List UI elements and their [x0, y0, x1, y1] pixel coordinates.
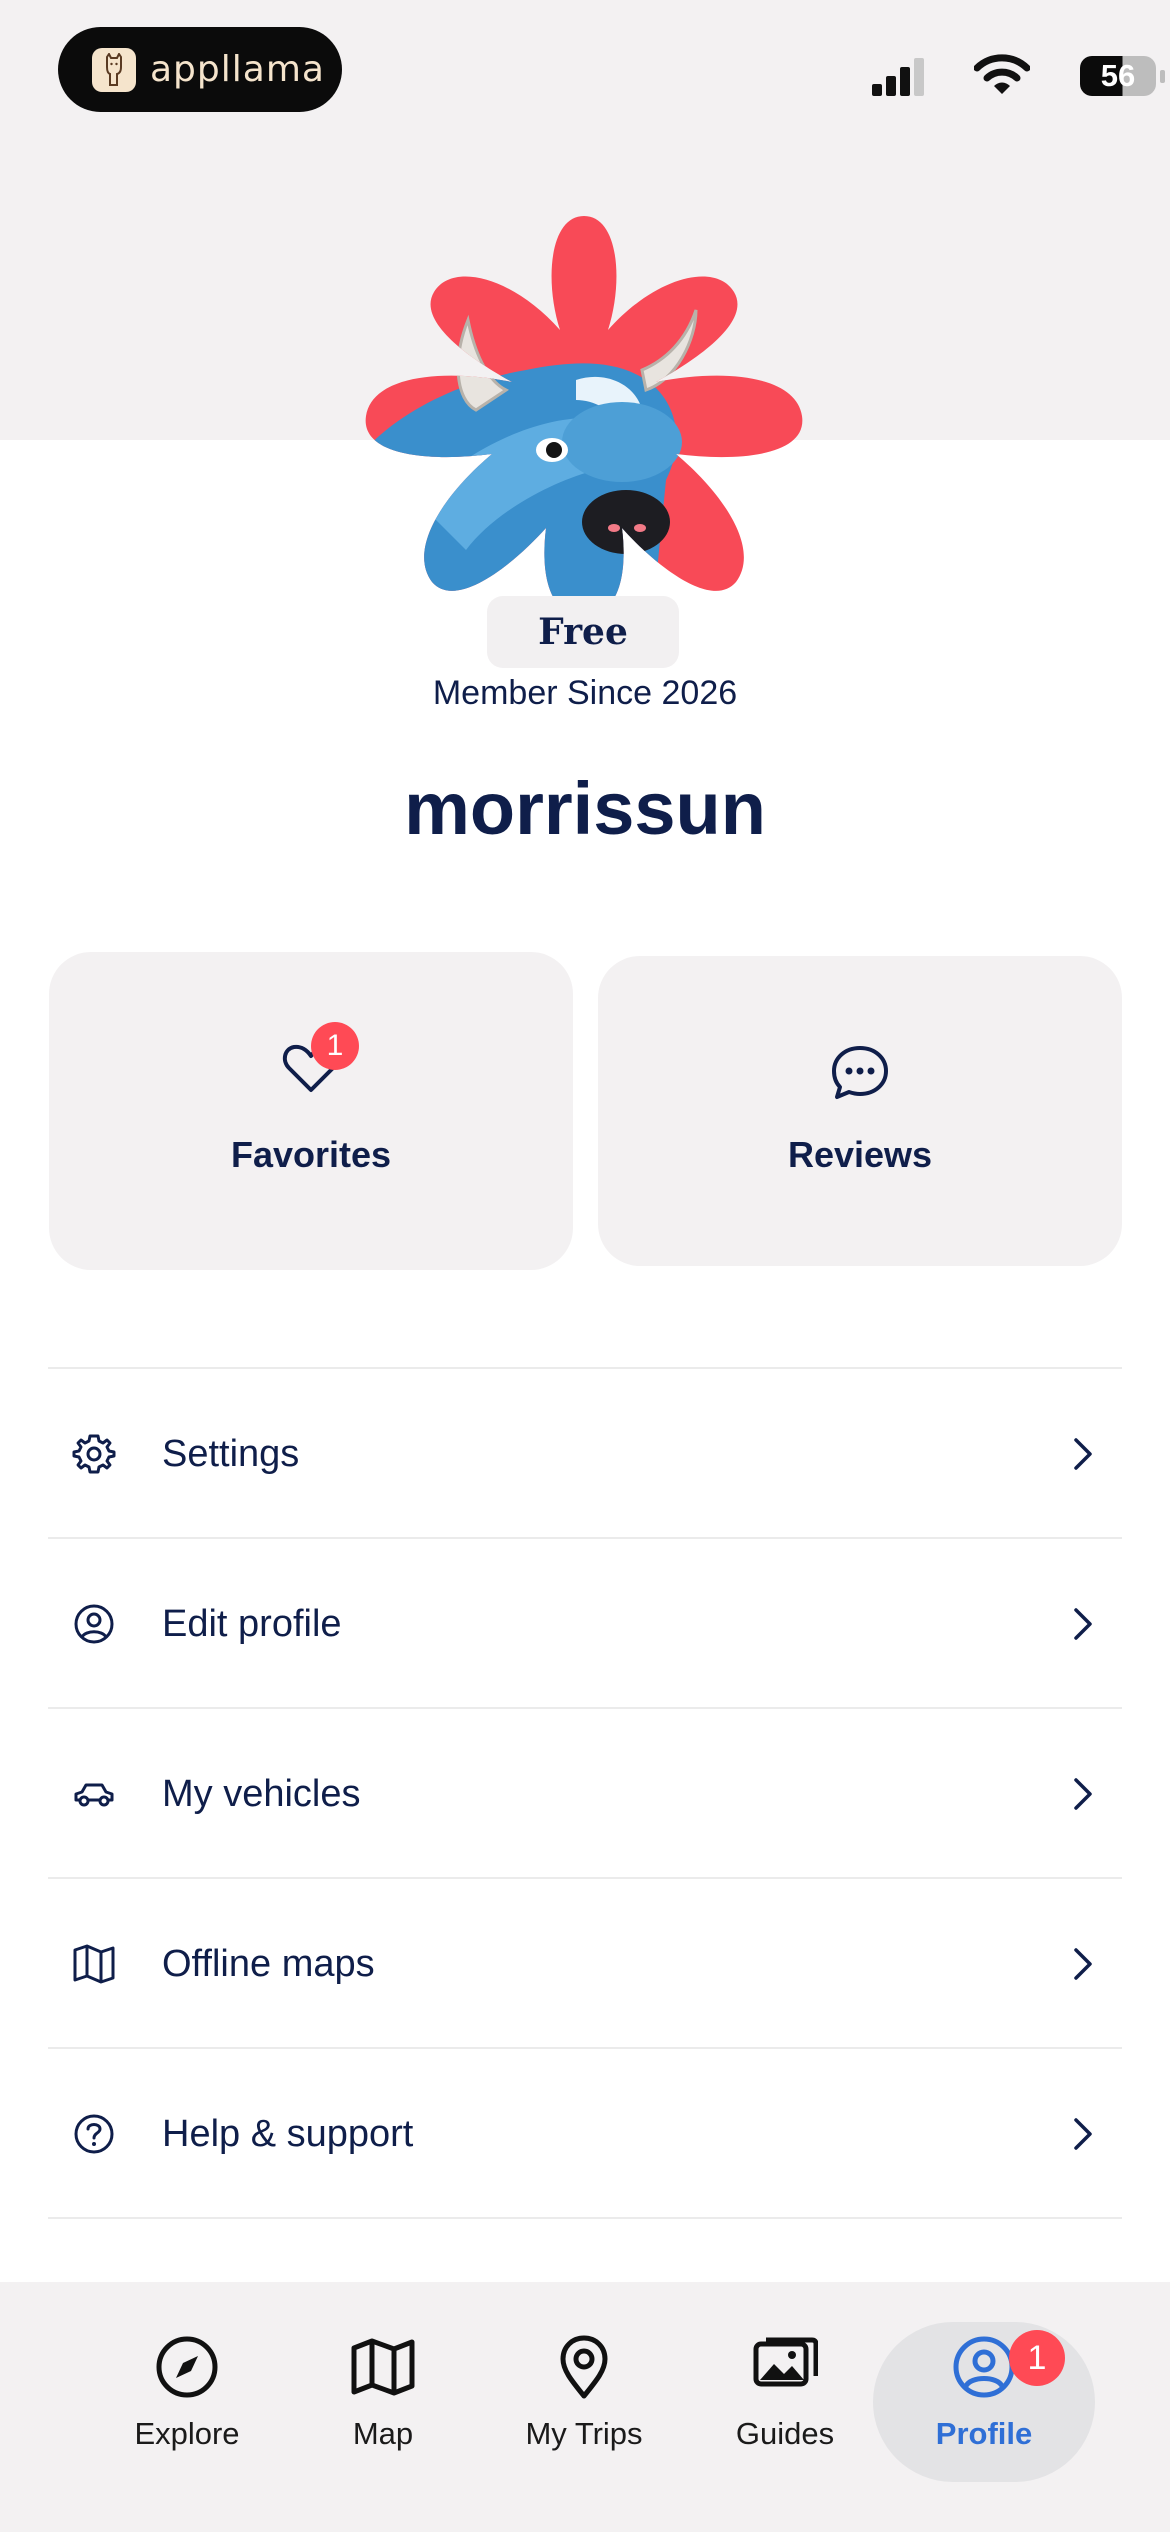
username: morrissun	[404, 767, 766, 850]
menu-item-my-vehicles[interactable]: My vehicles	[48, 1707, 1122, 1879]
menu-bottom-divider	[48, 2217, 1122, 2219]
user-circle-icon	[74, 1604, 114, 1644]
profile-notification-badge: 1	[1009, 2330, 1065, 2386]
menu-label-help-support: Help & support	[162, 2112, 414, 2155]
chevron-right-icon	[1074, 1438, 1092, 1470]
map-icon	[351, 2338, 415, 2396]
favorites-card[interactable]: 1 Favorites	[49, 952, 573, 1270]
tab-label-map: Map	[352, 2416, 414, 2451]
menu-item-settings[interactable]: Settings	[48, 1367, 1122, 1539]
llama-logo-icon	[92, 47, 136, 92]
battery-tip	[1160, 70, 1165, 83]
map-icon	[73, 1944, 115, 1984]
tab-label-profile: Profile	[935, 2416, 1033, 2451]
pin-icon	[560, 2335, 608, 2399]
menu-label-edit-profile: Edit profile	[162, 1602, 342, 1645]
favorites-count-badge: 1	[311, 1022, 359, 1070]
menu-label-settings: Settings	[162, 1432, 300, 1475]
chevron-right-icon	[1074, 2118, 1092, 2150]
app-status-pill[interactable]: appllama	[58, 27, 342, 112]
tab-map[interactable]: Map	[278, 2322, 488, 2482]
system-status: 56	[870, 50, 1170, 100]
tab-my-trips[interactable]: My Trips	[479, 2322, 689, 2482]
wifi-icon	[974, 54, 1030, 94]
menu-item-edit-profile[interactable]: Edit profile	[48, 1537, 1122, 1709]
user-circle-icon	[953, 2336, 1015, 2398]
tab-profile[interactable]: Profile 1	[873, 2322, 1095, 2482]
chevron-right-icon	[1074, 1778, 1092, 1810]
car-icon	[74, 1783, 114, 1807]
app-name: appllama	[150, 49, 325, 90]
signal-icon	[872, 58, 924, 96]
battery-indicator: 56	[1080, 56, 1156, 96]
profile-avatar[interactable]	[356, 210, 812, 622]
question-circle-icon	[74, 2114, 114, 2154]
member-since-text: Member Since 2026	[432, 674, 738, 712]
reviews-card[interactable]: Reviews	[598, 956, 1122, 1266]
favorites-label: Favorites	[230, 1134, 392, 1175]
chat-bubble-icon	[832, 1046, 888, 1099]
chevron-right-icon	[1074, 1608, 1092, 1640]
tab-label-guides: Guides	[735, 2416, 835, 2451]
tab-label-my-trips: My Trips	[525, 2416, 643, 2451]
plan-badge: Free	[487, 596, 679, 668]
menu-item-offline-maps[interactable]: Offline maps	[48, 1877, 1122, 2049]
tab-label-explore: Explore	[134, 2416, 240, 2451]
menu-label-offline-maps: Offline maps	[162, 1942, 375, 1985]
reviews-label: Reviews	[787, 1134, 933, 1175]
gear-icon	[72, 1434, 116, 1474]
menu-item-help-support[interactable]: Help & support	[48, 2047, 1122, 2219]
tab-explore[interactable]: Explore	[82, 2322, 292, 2482]
tab-bar: Explore Map My Trips Guides Profile 1	[0, 2282, 1170, 2532]
photos-icon	[753, 2337, 818, 2387]
menu-label-my-vehicles: My vehicles	[162, 1772, 361, 1815]
chevron-right-icon	[1074, 1948, 1092, 1980]
tab-guides[interactable]: Guides	[680, 2322, 890, 2482]
compass-icon	[156, 2336, 218, 2398]
